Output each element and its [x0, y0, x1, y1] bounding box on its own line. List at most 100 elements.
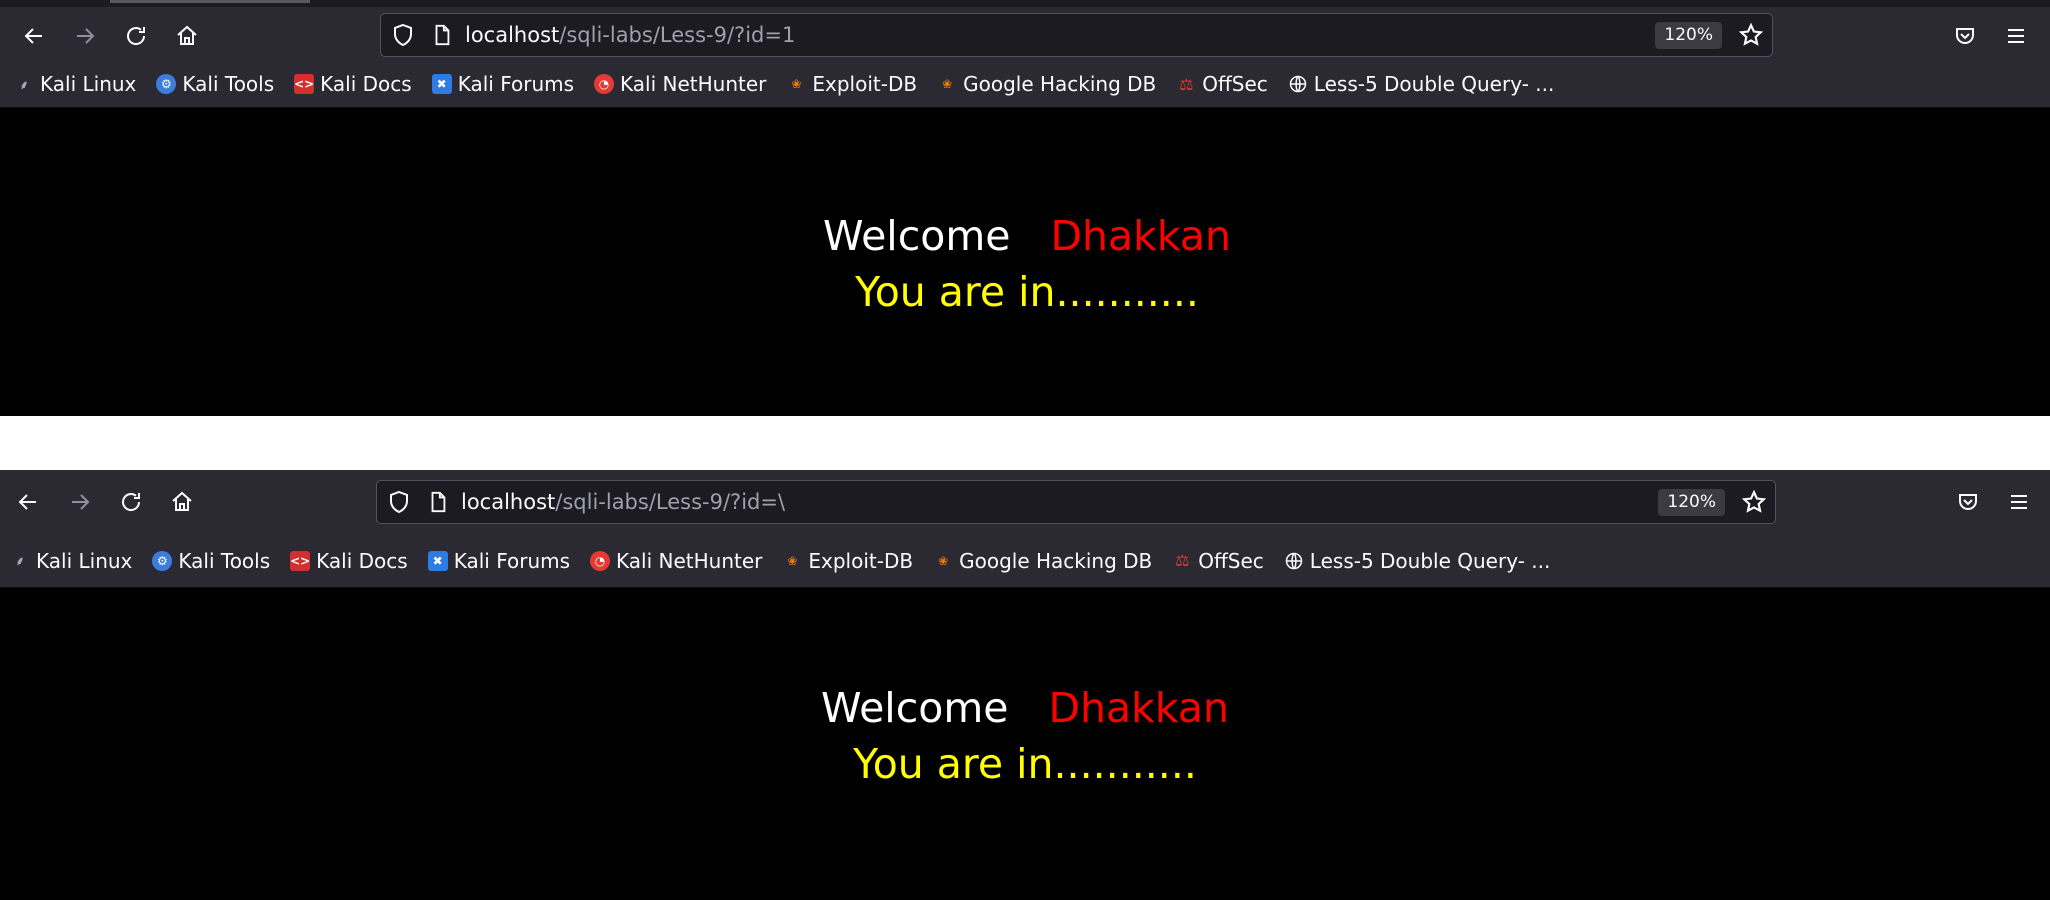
url-path: /sqli-labs/Less-9/?id=\ — [555, 490, 786, 514]
kali-dragon-icon: ⸙ — [19, 77, 29, 92]
bookmark-kali-linux[interactable]: ⸙ Kali Linux — [14, 72, 136, 96]
exploit-db-icon: ❀ — [791, 77, 802, 91]
offsec-icon: ⚖ — [1175, 551, 1190, 570]
bookmark-kali-tools[interactable]: ⚙ Kali Tools — [152, 549, 270, 573]
bookmark-kali-linux[interactable]: ⸙ Kali Linux — [10, 549, 132, 573]
zoom-level-button[interactable]: 120% — [1658, 489, 1725, 516]
bookmark-kali-nethunter[interactable]: ◔ Kali NetHunter — [594, 72, 766, 96]
page-info-icon[interactable] — [427, 491, 449, 513]
url-text[interactable]: localhost/sqli-labs/Less-9/?id=1 — [465, 23, 795, 47]
page-content: Welcome Dhakkan You are in........... — [0, 588, 2050, 900]
kali-forums-icon: ✖ — [431, 74, 452, 94]
globe-icon — [1285, 552, 1303, 569]
back-button[interactable] — [14, 16, 54, 56]
welcome-text: Welcome — [820, 684, 1009, 732]
bookmark-kali-nethunter[interactable]: ◔ Kali NetHunter — [590, 549, 762, 573]
bookmark-label: Kali Docs — [316, 548, 408, 573]
kali-forums-icon: ✖ — [427, 550, 448, 571]
hamburger-menu-icon — [2011, 495, 2027, 509]
exploit-db-icon: ❀ — [787, 553, 798, 568]
bookmark-exploit-db[interactable]: ❀ Exploit-DB — [782, 549, 913, 573]
bookmark-label: Kali Linux — [36, 548, 133, 573]
bookmark-label: Kali Tools — [178, 548, 271, 573]
page-info-icon[interactable] — [431, 24, 453, 46]
pocket-icon — [1956, 28, 1974, 44]
ghdb-icon: ❀ — [942, 77, 953, 91]
url-path: /sqli-labs/Less-9/?id=1 — [559, 23, 796, 47]
forward-button[interactable] — [60, 482, 100, 522]
shield-icon[interactable] — [391, 23, 415, 47]
nethunter-icon: ◔ — [590, 550, 611, 571]
shield-icon[interactable] — [387, 490, 411, 514]
bookmark-kali-forums[interactable]: ✖ Kali Forums — [431, 72, 575, 96]
back-button[interactable] — [8, 482, 48, 522]
reload-button[interactable] — [116, 16, 156, 56]
back-arrow-icon — [18, 494, 36, 510]
kali-docs-icon: <> — [290, 550, 310, 571]
bookmark-less-5[interactable]: Less-5 Double Query- ... — [1284, 549, 1550, 573]
bookmark-offsec[interactable]: ⚖ OffSec — [1172, 549, 1264, 573]
app-menu-button[interactable] — [1996, 16, 2036, 56]
navigation-toolbar: localhost/sqli-labs/Less-9/?id=1 120% — [0, 11, 2050, 61]
bookmark-kali-docs[interactable]: <> Kali Docs — [294, 72, 412, 96]
bookmark-label: Kali NetHunter — [620, 72, 767, 96]
user-name-text: Dhakkan — [1048, 684, 1230, 732]
forward-arrow-icon — [77, 28, 95, 44]
back-arrow-icon — [24, 28, 42, 44]
bookmark-offsec[interactable]: ⚖ OffSec — [1176, 72, 1268, 96]
reload-button[interactable] — [111, 482, 151, 522]
status-text: You are in........... — [853, 740, 1197, 788]
bookmarks-toolbar: ⸙ Kali Linux ⚙ Kali Tools <> Kali Docs ✖ Kal… — [0, 534, 2050, 588]
ghdb-icon: ❀ — [938, 553, 949, 568]
hamburger-menu-icon — [2008, 29, 2024, 43]
bookmark-label: Less-5 Double Query- ... — [1313, 72, 1555, 96]
bookmarks-toolbar: ⸙ Kali Linux ⚙ Kali Tools <> Kali Docs ✖ Kal… — [0, 61, 2050, 108]
url-text[interactable]: localhost/sqli-labs/Less-9/?id=\ — [461, 490, 785, 514]
offsec-icon: ⚖ — [1179, 74, 1194, 94]
pocket-button[interactable] — [1945, 16, 1985, 56]
bookmark-label: Kali Forums — [457, 72, 575, 96]
bookmark-label: Kali Docs — [320, 72, 412, 96]
url-bar[interactable]: localhost/sqli-labs/Less-9/?id=1 120% — [380, 13, 1773, 57]
kali-tools-icon: ⚙ — [152, 550, 173, 571]
bookmark-label: Kali NetHunter — [616, 548, 763, 573]
pocket-button[interactable] — [1948, 482, 1988, 522]
bookmark-star-icon[interactable] — [1738, 22, 1764, 48]
bookmark-kali-tools[interactable]: ⚙ Kali Tools — [156, 72, 274, 96]
home-icon — [172, 491, 192, 511]
kali-tools-icon: ⚙ — [156, 74, 177, 94]
bookmark-label: Kali Tools — [182, 72, 275, 96]
bookmark-star-icon[interactable] — [1741, 489, 1767, 515]
home-button[interactable] — [162, 482, 202, 522]
bookmark-less-5[interactable]: Less-5 Double Query- ... — [1288, 72, 1555, 96]
reload-icon — [127, 27, 146, 45]
url-bar[interactable]: localhost/sqli-labs/Less-9/?id=\ 120% — [376, 480, 1776, 524]
tab-strip — [0, 0, 2050, 7]
app-menu-button[interactable] — [1999, 482, 2039, 522]
bookmark-label: Kali Linux — [40, 72, 137, 96]
reload-icon — [122, 493, 141, 511]
bookmark-label: Exploit-DB — [808, 548, 914, 573]
bookmark-kali-docs[interactable]: <> Kali Docs — [290, 549, 408, 573]
globe-icon — [1289, 75, 1307, 93]
home-button[interactable] — [167, 16, 207, 56]
bookmark-google-hacking-db[interactable]: ❀ Google Hacking DB — [937, 72, 1156, 96]
user-name-text: Dhakkan — [1050, 212, 1232, 260]
welcome-line: Welcome Dhakkan — [0, 684, 2050, 732]
kali-dragon-icon: ⸙ — [15, 554, 25, 568]
url-host: localhost — [461, 490, 556, 514]
forward-button[interactable] — [65, 16, 105, 56]
bookmark-exploit-db[interactable]: ❀ Exploit-DB — [786, 72, 917, 96]
pocket-icon — [1959, 494, 1977, 510]
active-tab-edge[interactable] — [110, 0, 310, 3]
welcome-line: Welcome Dhakkan — [2, 212, 2050, 260]
bookmark-kali-forums[interactable]: ✖ Kali Forums — [427, 549, 570, 573]
bookmark-label: OffSec — [1198, 548, 1264, 573]
bookmark-label: Google Hacking DB — [959, 548, 1153, 573]
bookmark-label: OffSec — [1202, 72, 1268, 96]
bookmark-google-hacking-db[interactable]: ❀ Google Hacking DB — [933, 549, 1152, 573]
welcome-text: Welcome — [822, 212, 1011, 260]
bookmark-label: Google Hacking DB — [963, 72, 1157, 96]
zoom-level-button[interactable]: 120% — [1655, 22, 1722, 49]
browser-window-2: localhost/sqli-labs/Less-9/?id=\ 120% ⸙ K… — [0, 470, 2050, 900]
